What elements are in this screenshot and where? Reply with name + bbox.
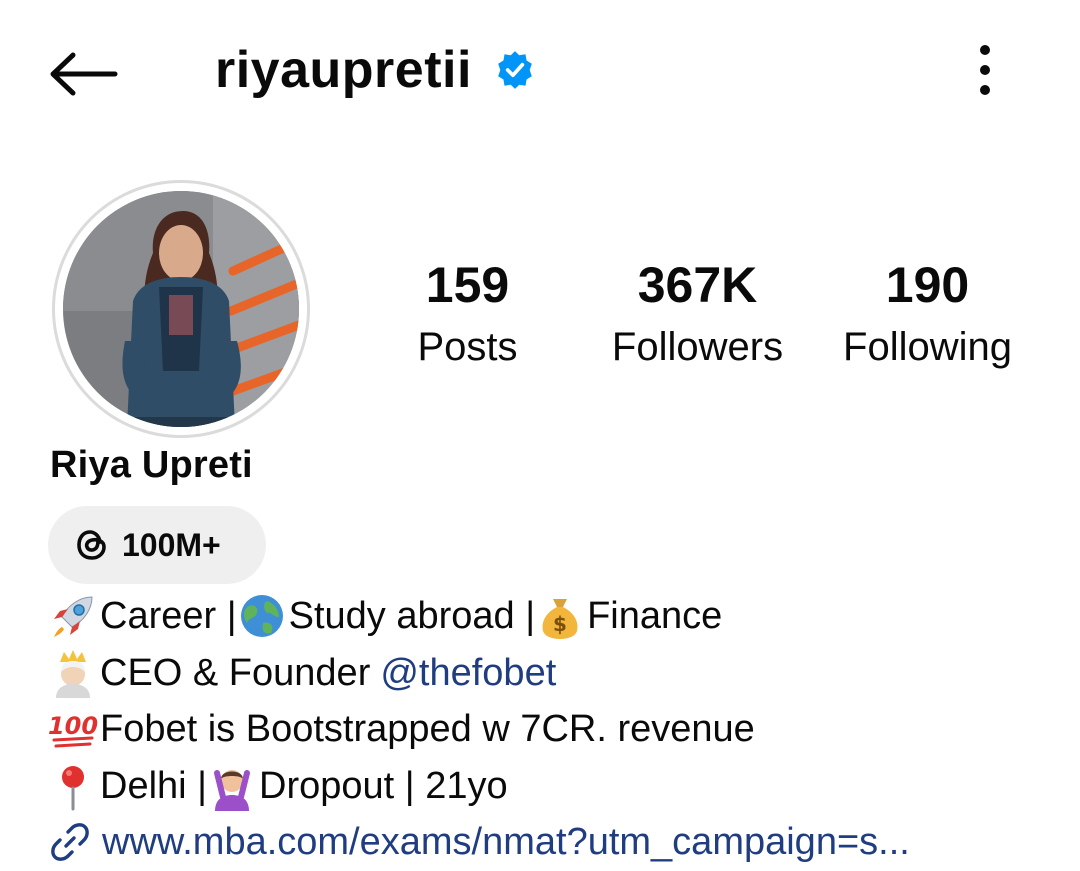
stat-posts[interactable]: 159 Posts	[380, 255, 555, 373]
link-icon	[51, 823, 89, 862]
full-name: Riya Upreti	[50, 444, 253, 486]
bio-line-4: Delhi | Dropout | 21yo	[48, 758, 1048, 815]
threads-icon	[77, 530, 106, 560]
profile-avatar-button[interactable]	[52, 180, 310, 438]
followers-count: 367K	[637, 257, 758, 313]
back-arrow-icon	[50, 52, 118, 96]
username: riyaupretii	[215, 41, 472, 99]
svg-text:100: 100	[48, 712, 98, 740]
bio-location-text: Delhi |	[100, 764, 208, 807]
verified-badge-icon	[494, 49, 536, 91]
location-pin-icon	[62, 765, 84, 811]
stat-following[interactable]: 190 Following	[830, 255, 1025, 373]
posts-count: 159	[425, 257, 510, 313]
bio-external-link[interactable]: www.mba.com/exams/nmat?utm_campaign=s...	[48, 814, 1048, 871]
bio-fobet-text: Fobet is Bootstrapped w 7CR. revenue	[100, 708, 755, 750]
person-gesturing-icon	[214, 769, 251, 811]
mention-link[interactable]: @thefobet	[380, 645, 556, 702]
more-options-button[interactable]	[960, 40, 1010, 100]
bio-line-1: Career | Study abroad | $ Finance	[48, 588, 1048, 645]
bio-ceo-text: CEO & Founder	[100, 651, 371, 694]
globe-icon	[240, 595, 283, 638]
following-label: Following	[843, 325, 1012, 369]
bio-finance-text: Finance	[587, 595, 723, 637]
avatar	[63, 191, 299, 427]
username-title: riyaupretii	[215, 40, 536, 100]
following-count: 190	[885, 257, 970, 313]
svg-text:$: $	[553, 612, 567, 636]
hundred-points-icon: 100	[48, 712, 98, 748]
bio-line-3: 100 Fobet is Bootstrapped w 7CR. revenue	[48, 701, 1048, 758]
posts-label: Posts	[417, 325, 518, 369]
crown-person-icon	[56, 649, 90, 698]
bio-career-text: Career |	[100, 595, 237, 637]
back-button[interactable]	[48, 48, 120, 100]
stat-followers[interactable]: 367K Followers	[600, 255, 795, 373]
bio: Career | Study abroad | $ Finance CEO & …	[48, 588, 1048, 871]
followers-label: Followers	[611, 325, 784, 369]
bio-study-abroad-text: Study abroad |	[288, 595, 536, 637]
external-link-url: www.mba.com/exams/nmat?utm_campaign=s...	[102, 821, 910, 863]
threads-follower-count: 100M+	[122, 526, 221, 563]
threads-badge-button[interactable]: 100M+	[48, 506, 266, 584]
bio-dropout-text: Dropout | 21yo	[259, 764, 508, 807]
rocket-icon	[54, 596, 93, 638]
bio-line-2: CEO & Founder @thefobet	[48, 645, 1048, 702]
profile-header: riyaupretii	[0, 0, 1080, 145]
more-vertical-icon	[980, 45, 990, 95]
money-bag-icon: $	[542, 599, 578, 640]
